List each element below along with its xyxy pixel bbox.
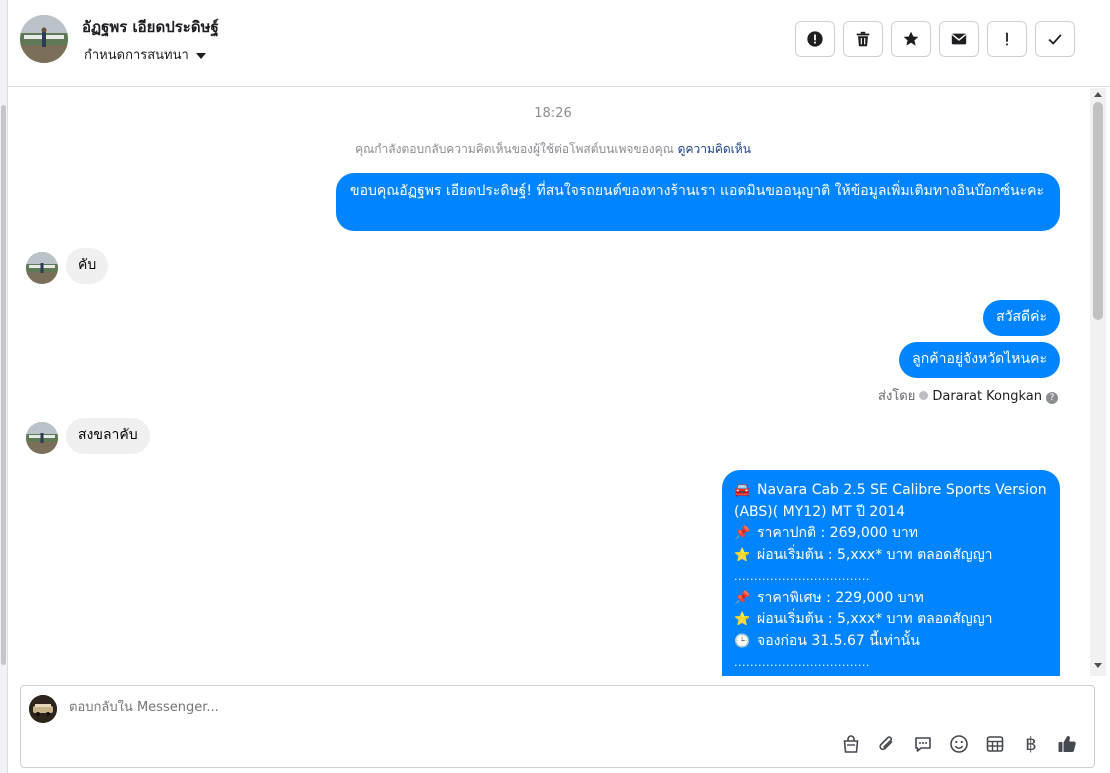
like-button[interactable]: [1056, 733, 1078, 755]
star-icon: [903, 31, 919, 46]
offer-line: ⭐ ผ่อนเริ่มต้น : 5,xxx* บาท ตลอดสัญญา: [734, 545, 1048, 567]
contact-avatar-small[interactable]: [26, 252, 58, 284]
message-bubble-outgoing[interactable]: ขอบคุณอัฏฐพร เอียดประดิษฐ์! ที่สนใจรถยนต…: [336, 173, 1060, 231]
normal-price: ราคาปกติ : 269,000 บาท: [757, 525, 918, 541]
sent-by-prefix: ส่งโดย: [878, 389, 916, 404]
caret-down-icon: [195, 52, 206, 59]
scrollbar-thumb[interactable]: [1093, 102, 1103, 320]
installment-text: ผ่อนเริ่มต้น : 5,xxx* บาท ตลอดสัญญา: [757, 546, 993, 563]
message-text: ขอบคุณอัฏฐพร เอียดประดิษฐ์! ที่สนใจรถยนต…: [350, 183, 1044, 199]
star-emoji-icon: ⭐: [734, 547, 751, 563]
header-toolbar: [795, 21, 1075, 57]
view-comment-link[interactable]: ดูความคิดเห็น: [678, 142, 751, 156]
contact-avatar[interactable]: [20, 15, 68, 63]
offer-title-line: 🚘 Navara Cab 2.5 SE Calibre Sports Versio…: [734, 480, 1048, 502]
envelope-icon: [951, 33, 967, 45]
contact-name: อัฏฐพร เอียดประดิษฐ์: [82, 18, 219, 36]
pushpin-icon: 📌: [734, 526, 751, 541]
car-offer-bubble[interactable]: 🚘 Navara Cab 2.5 SE Calibre Sports Versio…: [722, 470, 1060, 676]
message-bubble-incoming[interactable]: คับ: [66, 248, 109, 284]
follow-up-button[interactable]: [987, 21, 1027, 57]
help-icon[interactable]: ?: [1046, 392, 1058, 404]
attach-button[interactable]: [876, 733, 898, 755]
contact-avatar-small[interactable]: [26, 422, 58, 454]
installment-text: ผ่อนเริ่มต้น : 5,xxx* บาท ตลอดสัญญา: [757, 611, 993, 627]
message-text: สวัสดีค่ะ: [996, 309, 1047, 325]
reply-context-note: คุณกำลังตอบกลับความคิดเห็นของผู้ใช้ต่อโพ…: [8, 140, 1088, 159]
message-bubble-outgoing[interactable]: สวัสดีค่ะ: [983, 300, 1060, 336]
table-icon: [986, 736, 1004, 752]
trash-icon: [856, 31, 870, 47]
table-button[interactable]: [984, 733, 1006, 755]
shopping-bag-button[interactable]: [840, 733, 862, 755]
scroll-down-arrow-icon[interactable]: [1094, 663, 1102, 668]
message-timestamp: 18:26: [534, 106, 572, 121]
emoji-button[interactable]: [948, 733, 970, 755]
mark-unread-button[interactable]: [939, 21, 979, 57]
report-spam-button[interactable]: [795, 21, 835, 57]
verified-icon: [919, 391, 929, 400]
assign-label: กำหนดการสนทนา: [84, 48, 189, 63]
reply-note-text: คุณกำลังตอบกลับความคิดเห็นของผู้ใช้ต่อโพ…: [355, 142, 674, 156]
offer-title: Navara Cab 2.5 SE Calibre Sports Version: [757, 482, 1047, 498]
offer-line: 🕒 จองก่อน 31.5.67 นี้เท่านั้น: [734, 631, 1048, 653]
star-emoji-icon: ⭐: [734, 612, 751, 627]
shopping-bag-icon: [843, 735, 859, 753]
message-bubble-incoming[interactable]: สงขลาคับ: [66, 418, 150, 454]
page-avatar: [29, 695, 57, 723]
message-text: สงขลาคับ: [78, 427, 138, 443]
conversation-scrollbar[interactable]: [1090, 88, 1106, 676]
dotted-divider: ..................................: [734, 656, 870, 669]
alert-circle-icon: [807, 31, 823, 47]
saved-reply-icon: [915, 737, 931, 752]
deadline-text: จองก่อน 31.5.67 นี้เท่านั้น: [757, 632, 920, 649]
payment-button[interactable]: ฿: [1020, 733, 1042, 755]
baht-icon: ฿: [1025, 733, 1037, 755]
pushpin-icon: 📌: [734, 590, 751, 606]
offer-line: 📌 ราคาพิเศษ : 229,000 บาท: [734, 588, 1048, 610]
sent-by-label: ส่งโดย Dararat Kongkan?: [878, 385, 1058, 406]
mark-done-button[interactable]: [1035, 21, 1075, 57]
offer-line: ⭐ ผ่อนเริ่มต้น : 5,xxx* บาท ตลอดสัญญา: [734, 609, 1048, 631]
reply-input[interactable]: [69, 700, 769, 715]
car-icon: 🚘: [734, 483, 751, 498]
assign-conversation-dropdown[interactable]: กำหนดการสนทนา: [84, 44, 206, 65]
sent-by-name: Dararat Kongkan: [932, 389, 1042, 404]
dotted-divider: ..................................: [734, 570, 870, 583]
paperclip-icon: [879, 736, 893, 751]
left-scrollbar[interactable]: [0, 0, 8, 773]
offer-title-line2: (ABS)( MY12) MT ปี 2014: [734, 503, 906, 520]
message-list[interactable]: 18:26 คุณกำลังตอบกลับความคิดเห็นของผู้ใช…: [8, 88, 1088, 676]
emoji-icon: [950, 735, 968, 753]
clock-icon: 🕒: [734, 633, 751, 649]
exclamation-icon: [1006, 32, 1008, 46]
check-icon: [1048, 34, 1062, 45]
messenger-window: อัฏฐพร เอียดประดิษฐ์ กำหนดการสนทนา 18:26…: [0, 0, 1110, 773]
message-composer: ฿: [20, 685, 1095, 768]
message-text: คับ: [78, 257, 97, 273]
saved-reply-button[interactable]: [912, 733, 934, 755]
conversation-header: อัฏฐพร เอียดประดิษฐ์ กำหนดการสนทนา: [8, 0, 1110, 87]
composer-toolbar: ฿: [840, 733, 1078, 755]
star-button[interactable]: [891, 21, 931, 57]
scroll-up-arrow-icon[interactable]: [1094, 92, 1102, 97]
offer-line: 📌 ราคาปกติ : 269,000 บาท: [734, 523, 1048, 545]
message-bubble-outgoing[interactable]: ลูกค้าอยู่จังหวัดไหนคะ: [899, 342, 1060, 378]
special-price: ราคาพิเศษ : 229,000 บาท: [757, 589, 924, 606]
delete-button[interactable]: [843, 21, 883, 57]
thumbs-up-icon: [1058, 736, 1076, 753]
message-text: ลูกค้าอยู่จังหวัดไหนคะ: [912, 351, 1047, 367]
